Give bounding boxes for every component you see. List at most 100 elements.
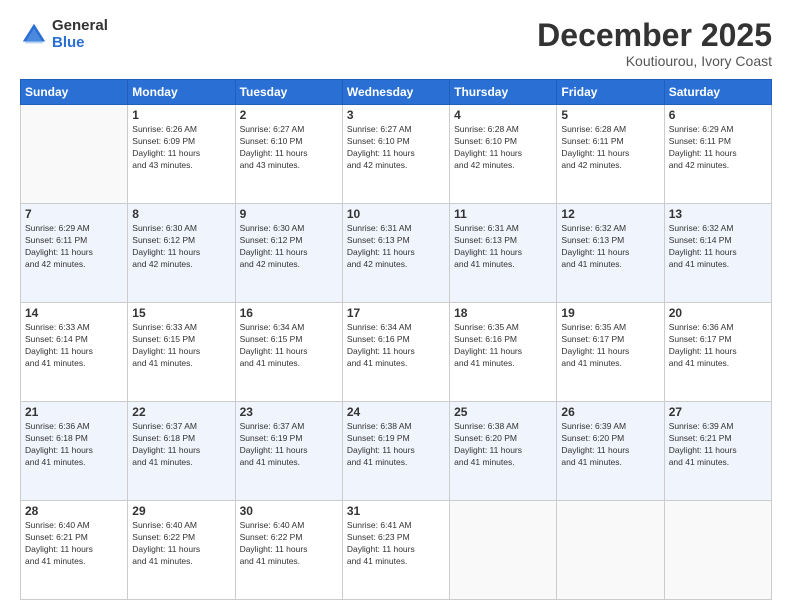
day-info: Sunrise: 6:37 AM Sunset: 6:18 PM Dayligh… — [132, 421, 230, 469]
calendar-cell: 10Sunrise: 6:31 AM Sunset: 6:13 PM Dayli… — [342, 204, 449, 303]
day-info: Sunrise: 6:28 AM Sunset: 6:10 PM Dayligh… — [454, 124, 552, 172]
day-info: Sunrise: 6:27 AM Sunset: 6:10 PM Dayligh… — [347, 124, 445, 172]
calendar-cell: 2 Sunrise: 6:27 AM Sunset: 6:10 PM Daylig… — [235, 105, 342, 204]
day-info: Sunrise: 6:32 AM Sunset: 6:13 PM Dayligh… — [561, 223, 659, 271]
day-number: 31 — [347, 504, 445, 518]
location: Koutiourou, Ivory Coast — [537, 53, 772, 69]
page: General Blue December 2025 Koutiourou, I… — [0, 0, 792, 612]
weekday-header-tuesday: Tuesday — [235, 80, 342, 105]
calendar-cell: 21Sunrise: 6:36 AM Sunset: 6:18 PM Dayli… — [21, 402, 128, 501]
week-row-3: 14 Sunrise: 6:33 AM Sunset: 6:14 PM Dayli… — [21, 303, 772, 402]
calendar-table: SundayMondayTuesdayWednesdayThursdayFrid… — [20, 79, 772, 600]
calendar-cell: 31 Sunrise: 6:41 AM Sunset: 6:23 PM Dayli… — [342, 501, 449, 600]
day-number: 27 — [669, 405, 767, 419]
day-info: Sunrise: 6:31 AM Sunset: 6:13 PM Dayligh… — [454, 223, 552, 271]
day-number: 25 — [454, 405, 552, 419]
logo-blue-text: Blue — [52, 35, 108, 52]
weekday-header-row: SundayMondayTuesdayWednesdayThursdayFrid… — [21, 80, 772, 105]
day-info: Sunrise: 6:38 AM Sunset: 6:20 PM Dayligh… — [454, 421, 552, 469]
day-number: 29 — [132, 504, 230, 518]
calendar-cell: 17 Sunrise: 6:34 AM Sunset: 6:16 PM Dayli… — [342, 303, 449, 402]
weekday-header-monday: Monday — [128, 80, 235, 105]
calendar-cell: 23Sunrise: 6:37 AM Sunset: 6:19 PM Dayli… — [235, 402, 342, 501]
day-number: 24 — [347, 405, 445, 419]
day-info: Sunrise: 6:30 AM Sunset: 6:12 PM Dayligh… — [132, 223, 230, 271]
calendar-cell: 24Sunrise: 6:38 AM Sunset: 6:19 PM Dayli… — [342, 402, 449, 501]
calendar-cell: 29 Sunrise: 6:40 AM Sunset: 6:22 PM Dayli… — [128, 501, 235, 600]
calendar-cell: 14 Sunrise: 6:33 AM Sunset: 6:14 PM Dayli… — [21, 303, 128, 402]
calendar-cell — [664, 501, 771, 600]
calendar-cell: 22 Sunrise: 6:37 AM Sunset: 6:18 PM Dayli… — [128, 402, 235, 501]
day-info: Sunrise: 6:41 AM Sunset: 6:23 PM Dayligh… — [347, 520, 445, 568]
week-row-4: 21Sunrise: 6:36 AM Sunset: 6:18 PM Dayli… — [21, 402, 772, 501]
day-info: Sunrise: 6:30 AM Sunset: 6:12 PM Dayligh… — [240, 223, 338, 271]
calendar-cell: 18Sunrise: 6:35 AM Sunset: 6:16 PM Dayli… — [450, 303, 557, 402]
day-number: 23 — [240, 405, 338, 419]
logo-text: General Blue — [52, 18, 108, 51]
month-title: December 2025 — [537, 18, 772, 53]
weekday-header-saturday: Saturday — [664, 80, 771, 105]
week-row-2: 7 Sunrise: 6:29 AM Sunset: 6:11 PM Daylig… — [21, 204, 772, 303]
calendar-cell: 15Sunrise: 6:33 AM Sunset: 6:15 PM Dayli… — [128, 303, 235, 402]
calendar-cell: 8 Sunrise: 6:30 AM Sunset: 6:12 PM Daylig… — [128, 204, 235, 303]
day-info: Sunrise: 6:32 AM Sunset: 6:14 PM Dayligh… — [669, 223, 767, 271]
weekday-header-wednesday: Wednesday — [342, 80, 449, 105]
day-number: 1 — [132, 108, 230, 122]
day-number: 11 — [454, 207, 552, 221]
day-info: Sunrise: 6:26 AM Sunset: 6:09 PM Dayligh… — [132, 124, 230, 172]
week-row-5: 28 Sunrise: 6:40 AM Sunset: 6:21 PM Dayli… — [21, 501, 772, 600]
calendar-cell: 13 Sunrise: 6:32 AM Sunset: 6:14 PM Dayli… — [664, 204, 771, 303]
day-info: Sunrise: 6:39 AM Sunset: 6:21 PM Dayligh… — [669, 421, 767, 469]
calendar-cell: 28 Sunrise: 6:40 AM Sunset: 6:21 PM Dayli… — [21, 501, 128, 600]
calendar-cell: 5Sunrise: 6:28 AM Sunset: 6:11 PM Daylig… — [557, 105, 664, 204]
title-block: December 2025 Koutiourou, Ivory Coast — [537, 18, 772, 69]
day-number: 14 — [25, 306, 123, 320]
day-number: 2 — [240, 108, 338, 122]
day-number: 13 — [669, 207, 767, 221]
day-number: 16 — [240, 306, 338, 320]
calendar-cell — [450, 501, 557, 600]
day-number: 8 — [132, 207, 230, 221]
calendar-cell: 6 Sunrise: 6:29 AM Sunset: 6:11 PM Daylig… — [664, 105, 771, 204]
day-info: Sunrise: 6:36 AM Sunset: 6:18 PM Dayligh… — [25, 421, 123, 469]
calendar-cell: 25 Sunrise: 6:38 AM Sunset: 6:20 PM Dayli… — [450, 402, 557, 501]
day-info: Sunrise: 6:27 AM Sunset: 6:10 PM Dayligh… — [240, 124, 338, 172]
calendar-cell: 3Sunrise: 6:27 AM Sunset: 6:10 PM Daylig… — [342, 105, 449, 204]
calendar-cell — [21, 105, 128, 204]
day-number: 7 — [25, 207, 123, 221]
header: General Blue December 2025 Koutiourou, I… — [20, 18, 772, 69]
day-info: Sunrise: 6:34 AM Sunset: 6:16 PM Dayligh… — [347, 322, 445, 370]
day-number: 17 — [347, 306, 445, 320]
day-info: Sunrise: 6:29 AM Sunset: 6:11 PM Dayligh… — [669, 124, 767, 172]
day-info: Sunrise: 6:35 AM Sunset: 6:17 PM Dayligh… — [561, 322, 659, 370]
day-info: Sunrise: 6:40 AM Sunset: 6:22 PM Dayligh… — [132, 520, 230, 568]
day-info: Sunrise: 6:40 AM Sunset: 6:22 PM Dayligh… — [240, 520, 338, 568]
logo-general-text: General — [52, 18, 108, 35]
calendar-cell: 16Sunrise: 6:34 AM Sunset: 6:15 PM Dayli… — [235, 303, 342, 402]
day-number: 20 — [669, 306, 767, 320]
weekday-header-sunday: Sunday — [21, 80, 128, 105]
day-info: Sunrise: 6:33 AM Sunset: 6:15 PM Dayligh… — [132, 322, 230, 370]
logo-icon — [20, 21, 48, 49]
day-info: Sunrise: 6:40 AM Sunset: 6:21 PM Dayligh… — [25, 520, 123, 568]
day-info: Sunrise: 6:29 AM Sunset: 6:11 PM Dayligh… — [25, 223, 123, 271]
calendar-cell: 12 Sunrise: 6:32 AM Sunset: 6:13 PM Dayli… — [557, 204, 664, 303]
calendar-cell: 20 Sunrise: 6:36 AM Sunset: 6:17 PM Dayli… — [664, 303, 771, 402]
day-number: 30 — [240, 504, 338, 518]
calendar-cell — [557, 501, 664, 600]
day-info: Sunrise: 6:39 AM Sunset: 6:20 PM Dayligh… — [561, 421, 659, 469]
calendar-cell: 9Sunrise: 6:30 AM Sunset: 6:12 PM Daylig… — [235, 204, 342, 303]
day-number: 22 — [132, 405, 230, 419]
day-number: 12 — [561, 207, 659, 221]
day-info: Sunrise: 6:36 AM Sunset: 6:17 PM Dayligh… — [669, 322, 767, 370]
day-number: 10 — [347, 207, 445, 221]
day-number: 18 — [454, 306, 552, 320]
weekday-header-friday: Friday — [557, 80, 664, 105]
calendar-cell: 11 Sunrise: 6:31 AM Sunset: 6:13 PM Dayli… — [450, 204, 557, 303]
calendar-cell: 4Sunrise: 6:28 AM Sunset: 6:10 PM Daylig… — [450, 105, 557, 204]
day-number: 6 — [669, 108, 767, 122]
day-number: 26 — [561, 405, 659, 419]
day-info: Sunrise: 6:33 AM Sunset: 6:14 PM Dayligh… — [25, 322, 123, 370]
day-number: 28 — [25, 504, 123, 518]
calendar-cell: 19Sunrise: 6:35 AM Sunset: 6:17 PM Dayli… — [557, 303, 664, 402]
